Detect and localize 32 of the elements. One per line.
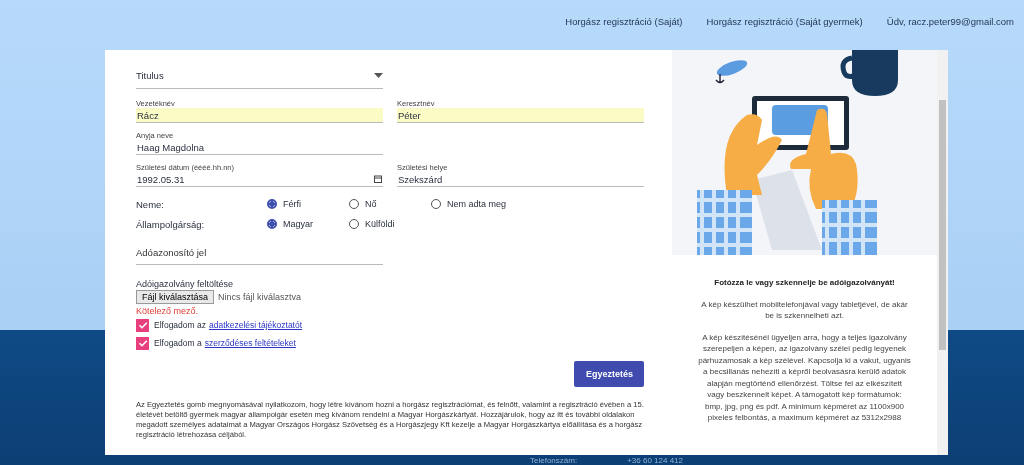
scrollbar[interactable] [937, 50, 948, 455]
radio-option[interactable]: Nő [349, 199, 431, 209]
file-status: Nincs fájl kiválasztva [218, 292, 302, 302]
checkbox-label: Elfogadom a [154, 338, 202, 348]
instruction-heading: Fotózza le vagy szkennelje be adóigazolványát! [713, 277, 896, 289]
phone-number: +36 60 124 412 [627, 456, 683, 465]
checkbox[interactable] [136, 318, 149, 332]
nav-link[interactable]: Horgász regisztráció (Saját gyermek) [706, 15, 863, 27]
upload-label: Adóigazolvány feltöltése [136, 279, 235, 289]
instruction-text: A kép készülhet mobiltelefonjával vagy tabletjével, de akár be is szkennelheti azt. [700, 298, 909, 322]
radio-option[interactable]: Férfi [267, 199, 349, 209]
radio-group-label: Neme: [136, 198, 165, 210]
radio-option[interactable]: Nem adta meg [431, 199, 531, 209]
instruction-text: A kép készítésénél ügyeljen arra, hogy a teljes igazolvány szerepeljen a képen, az igazolvány szélei pedig legyenek párhuzamosak a kép szélével. Kapcsolja ki a vakut, ugyanis a becsillanás nehezíti a képről beolvasásra kerülő adatok alapján megtörténő ellenőrzést. Töltse fel az elkészített vagy beszkennelt képet. A támogatott kép formátumok: bmp, jpg, png és pdf. A minimum képméret az 1100x900 pixeles felbontás, a maximum képméret az 5312x2988 [698, 331, 911, 424]
radio-option[interactable]: Külföldi [349, 219, 431, 229]
radio-button[interactable] [267, 199, 277, 209]
error-message: Kötelező mező. [136, 306, 200, 316]
title-select[interactable]: Titulus [136, 64, 383, 89]
submit-button[interactable]: Egyeztetés [574, 361, 644, 387]
user-greeting: Üdv, racz.peter99@gmail.com [886, 15, 1014, 27]
radio-group-label: Állampolgárság: [136, 218, 206, 230]
nav-link[interactable]: Horgász regisztráció (Saját) [565, 15, 683, 27]
terms-link[interactable]: adatkezelési tájékoztatót [209, 320, 303, 330]
radio-option[interactable]: Magyar [267, 219, 349, 229]
checkbox[interactable] [136, 336, 149, 350]
radio-button[interactable] [267, 219, 277, 229]
calendar-icon[interactable] [374, 175, 382, 183]
choose-file-button[interactable]: Fájl kiválasztása [136, 290, 215, 304]
checkbox-label: Elfogadom az [154, 320, 206, 330]
terms-link[interactable]: szerződéses feltételeket [204, 338, 296, 348]
dropdown-caret-icon [374, 73, 383, 78]
phone-label: Telefonszám: [530, 456, 578, 465]
